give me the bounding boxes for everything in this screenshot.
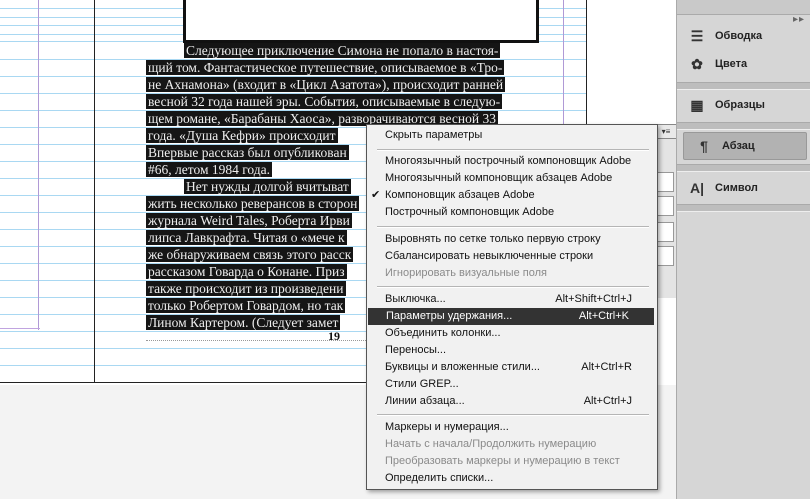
panel-group-separator [677, 122, 810, 130]
image-frame[interactable] [183, 0, 539, 43]
menu-separator [377, 414, 649, 416]
menu-item-multiline-composer[interactable]: Многоязычный построчный компоновщик Adob… [367, 153, 657, 170]
panel-tab-label: Символ [715, 182, 758, 194]
swatches-icon: ▦ [690, 96, 704, 113]
menu-separator [377, 286, 649, 288]
menu-item-bullets-numbering[interactable]: Маркеры и нумерация... [367, 419, 657, 436]
menu-item-paragraph-composer[interactable]: ✔ Компоновщик абзацев Adobe [367, 187, 657, 204]
text-line: Следующее приключение Симона не попало в… [184, 43, 501, 58]
panel-tab-label: Цвета [715, 58, 748, 70]
menu-item-justification[interactable]: Выключка... Alt+Shift+Ctrl+J [367, 291, 657, 308]
checkmark-icon: ✔ [371, 189, 381, 201]
panel-dock: ▸▸ ☰ Обводка ✿ Цвета ▦ Образцы ¶ Абзац A… [676, 0, 810, 499]
panel-tab-label: Образцы [715, 99, 765, 111]
margin-guide [0, 328, 40, 329]
menu-item-balance-ragged-lines[interactable]: Сбалансировать невыключенные строки [367, 248, 657, 265]
panel-header-strip [677, 0, 810, 15]
menu-item-hide-options[interactable]: Скрыть параметры [367, 127, 657, 144]
menu-item-define-lists[interactable]: Определить списки... [367, 470, 657, 487]
stroke-icon: ☰ [690, 27, 704, 44]
menu-item-keep-options[interactable]: Параметры удержания... Alt+Ctrl+K [368, 308, 654, 325]
menu-item-span-columns[interactable]: Объединить колонки... [367, 325, 657, 342]
panel-field[interactable] [656, 172, 674, 192]
menu-item-drop-caps-nested-styles[interactable]: Буквицы и вложенные стили... Alt+Ctrl+R [367, 359, 657, 376]
page-number: 19 [328, 329, 340, 343]
column-guide [38, 0, 39, 330]
text-line: не Ахнамона» (входит в «Цикл Азатота»), … [146, 77, 506, 92]
panel-tab-color[interactable]: ✿ Цвета [677, 46, 810, 82]
palette-icon: ✿ [691, 55, 703, 72]
menu-item-hyphenation[interactable]: Переносы... [367, 342, 657, 359]
panel-field[interactable] [656, 222, 674, 242]
panel-group-separator [677, 204, 810, 212]
menu-item-ignore-optical-margin: Игнорировать визуальные поля [385, 267, 547, 279]
panel-field[interactable] [656, 246, 674, 266]
pilcrow-icon: ¶ [700, 138, 708, 154]
panel-field[interactable] [656, 196, 674, 216]
menu-item-restart-numbering: Начать с начала/Продолжить нумерацию [385, 438, 597, 450]
paragraph-panel-menu: Скрыть параметры Многоязычный построчный… [366, 124, 658, 490]
menu-item-convert-numbering: Преобразовать маркеры и нумерацию в текс… [385, 455, 620, 467]
menu-separator [377, 226, 649, 228]
menu-item-align-first-line-grid[interactable]: Выровнять по сетке только первую строку [367, 231, 657, 248]
character-icon: A| [689, 180, 705, 196]
menu-item-single-line-composer[interactable]: Построчный компоновщик Adobe [367, 204, 657, 221]
text-line: щий том. Фантастическое путешествие, опи… [146, 60, 505, 75]
panel-tab-paragraph[interactable]: ¶ Абзац [683, 132, 807, 160]
menu-item-multi-paragraph-composer[interactable]: Многоязычный компоновщик абзацев Adobe [367, 170, 657, 187]
menu-separator [377, 149, 649, 151]
panel-tab-character[interactable]: A| Символ [677, 170, 810, 206]
panel-tab-label: Обводка [715, 30, 763, 42]
panel-menu-button[interactable]: ▾≡ [655, 124, 677, 139]
menu-item-grep-styles[interactable]: Стили GREP... [367, 376, 657, 393]
panel-tab-label: Абзац [722, 140, 755, 152]
page-edge-guide [94, 0, 95, 382]
menu-item-paragraph-rules[interactable]: Линии абзаца... Alt+Ctrl+J [367, 393, 657, 410]
text-line: весной 32 года нашей эры. События, описы… [146, 94, 503, 109]
panel-tab-swatches[interactable]: ▦ Образцы [677, 87, 810, 123]
